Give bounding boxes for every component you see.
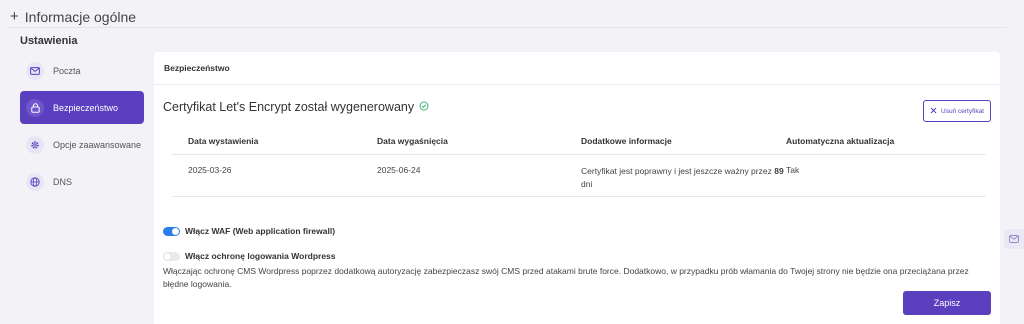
close-icon xyxy=(930,107,937,116)
remove-certificate-label: Usuń certyfikat xyxy=(941,107,984,115)
info-text-prefix: Certyfikat jest poprawny i jest jeszcze … xyxy=(581,166,775,176)
info-text-suffix: dni xyxy=(581,179,593,189)
sidebar-item-security[interactable]: Bezpieczeństwo xyxy=(20,91,144,124)
column-header-expires: Data wygaśnięcia xyxy=(377,136,448,146)
table-row: 2025-03-26 2025-06-24 Certyfikat jest po… xyxy=(172,155,986,197)
cell-additional-info: Certyfikat jest poprawny i jest jeszcze … xyxy=(581,165,786,191)
section-header-general-info[interactable]: + Informacje ogólne xyxy=(8,8,1007,28)
security-panel: Bezpieczeństwo Certyfikat Let's Encrypt … xyxy=(154,52,1000,324)
column-header-issued: Data wystawienia xyxy=(188,136,259,146)
wordpress-protection-description: Włączając ochronę CMS Wordpress poprzez … xyxy=(163,266,969,289)
sidebar-item-advanced[interactable]: Opcje zaawansowane xyxy=(20,128,144,161)
sidebar-item-label: Opcje zaawansowane xyxy=(53,139,142,150)
table-header-row: Data wystawienia Data wygaśnięcia Dodatk… xyxy=(172,128,986,155)
save-button[interactable]: Zapisz xyxy=(903,291,991,315)
floating-mail-widget[interactable] xyxy=(1004,229,1024,249)
settings-title: Ustawienia xyxy=(20,35,78,47)
waf-toggle-row[interactable]: Włącz WAF (Web application firewall) xyxy=(163,226,335,236)
sidebar-item-label: Bezpieczeństwo xyxy=(53,102,119,113)
waf-toggle-label: Włącz WAF (Web application firewall) xyxy=(185,226,336,236)
check-circle-icon xyxy=(419,100,429,114)
remove-certificate-button[interactable]: Usuń certyfikat xyxy=(923,100,991,122)
section-title: Informacje ogólne xyxy=(24,8,137,25)
wordpress-protection-toggle-row[interactable]: Włącz ochronę logowania Wordpress xyxy=(163,251,336,261)
sidebar-item-label: DNS xyxy=(53,176,73,187)
info-days-count: 89 xyxy=(774,166,784,176)
certificate-table: Data wystawienia Data wygaśnięcia Dodatk… xyxy=(172,128,986,197)
certificate-status-title: Certyfikat Let's Encrypt został wygenero… xyxy=(163,100,429,114)
cell-issued-date: 2025-03-26 xyxy=(188,165,232,175)
sidebar-item-mail[interactable]: Poczta xyxy=(20,54,144,87)
certificate-status-text: Certyfikat Let's Encrypt został wygenero… xyxy=(163,100,415,114)
column-header-auto-update: Automatyczna aktualizacja xyxy=(786,136,895,146)
column-header-info: Dodatkowe informacje xyxy=(581,135,672,146)
expand-plus-icon[interactable]: + xyxy=(10,9,19,24)
lock-icon xyxy=(26,98,44,117)
sidebar-item-label: Poczta xyxy=(53,65,81,76)
panel-header: Bezpieczeństwo xyxy=(154,52,1000,85)
settings-sidebar: Poczta Bezpieczeństwo Opcje zaawansowane… xyxy=(20,54,144,202)
cell-auto-update: Tak xyxy=(786,165,800,175)
cell-expiry-date: 2025-06-24 xyxy=(377,165,421,175)
waf-toggle-switch[interactable] xyxy=(163,226,180,236)
wordpress-protection-toggle-switch[interactable] xyxy=(163,251,180,261)
gear-icon xyxy=(26,135,44,154)
envelope-icon xyxy=(1009,230,1019,248)
sidebar-item-dns[interactable]: DNS xyxy=(20,165,144,198)
globe-icon xyxy=(26,172,44,191)
mail-icon xyxy=(26,61,44,80)
wordpress-protection-toggle-label: Włącz ochronę logowania Wordpress xyxy=(185,251,336,261)
